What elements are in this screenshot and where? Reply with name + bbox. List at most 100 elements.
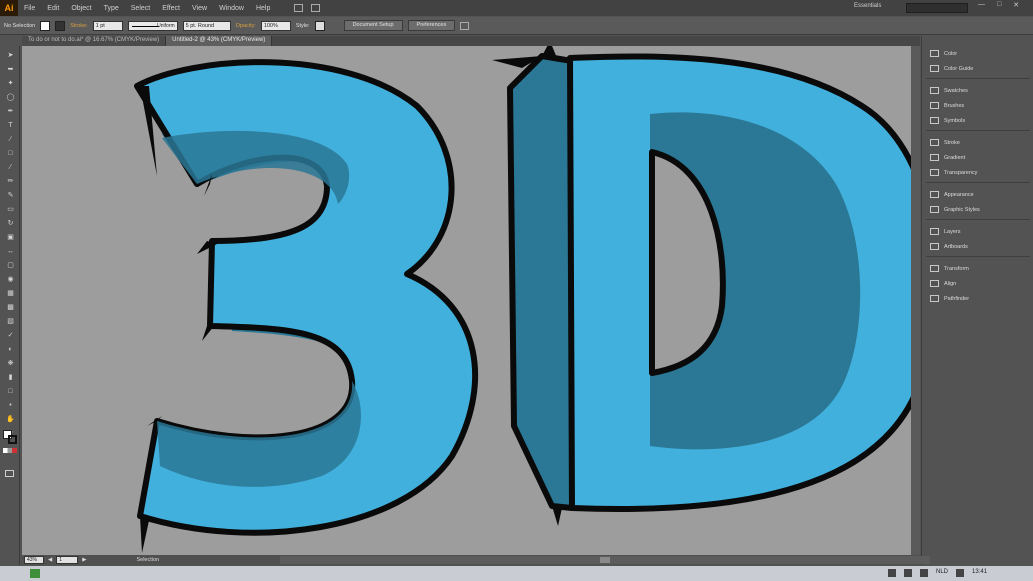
menu-help[interactable]: Help <box>250 5 276 12</box>
clock[interactable]: 13:41 <box>972 569 987 577</box>
document-setup-button[interactable]: Document Setup <box>343 20 403 31</box>
keyboard-icon[interactable] <box>956 569 965 577</box>
panel-divider <box>926 219 1030 220</box>
close-icon[interactable]: ✕ <box>1013 1 1019 9</box>
panel-label: Symbols <box>944 117 966 124</box>
taskbar-app-icon[interactable] <box>30 569 40 578</box>
preferences-button[interactable]: Preferences <box>407 20 456 31</box>
fill-swatch[interactable] <box>40 20 51 31</box>
selection-tool-icon[interactable]: ➤ <box>6 52 15 60</box>
volume-icon[interactable] <box>920 569 928 577</box>
magic-wand-tool-icon[interactable]: ✦ <box>6 80 15 88</box>
perspective-grid-tool-icon[interactable]: ▦ <box>6 290 15 298</box>
rectangle-tool-icon[interactable]: □ <box>6 150 15 158</box>
blend-tool-icon[interactable]: ◐ <box>6 346 15 354</box>
width-tool-icon[interactable]: ↔ <box>6 248 15 256</box>
eyedropper-tool-icon[interactable]: ✓ <box>6 332 15 340</box>
first-artboard-icon[interactable]: ◀ <box>48 557 52 563</box>
3d-text-artwork[interactable] <box>22 46 920 555</box>
menu-edit[interactable]: Edit <box>41 5 65 12</box>
panel-gradient[interactable]: Gradient <box>930 154 965 161</box>
bridge-icon[interactable] <box>294 4 304 12</box>
panel-appearance[interactable]: Appearance <box>930 191 974 198</box>
artboard-canvas[interactable] <box>22 46 920 555</box>
screen-mode-icon[interactable] <box>5 470 14 477</box>
type-tool-icon[interactable]: T <box>6 122 15 130</box>
menu-window[interactable]: Window <box>213 5 250 12</box>
artboard-number-field[interactable]: 1 <box>56 556 79 564</box>
blob-brush-tool-icon[interactable]: ✎ <box>6 192 15 200</box>
rotate-tool-icon[interactable]: ↻ <box>6 220 15 228</box>
color-mode-icons[interactable] <box>3 448 17 453</box>
eraser-tool-icon[interactable]: ▭ <box>6 206 15 214</box>
stroke-label[interactable]: Stroke: <box>70 23 87 29</box>
panel-color-guide[interactable]: Color Guide <box>930 65 973 72</box>
menu-view[interactable]: View <box>186 5 213 12</box>
panel-label: Gradient <box>944 154 966 161</box>
panel-transparency[interactable]: Transparency <box>930 169 977 176</box>
appearance-icon <box>930 191 939 198</box>
arrange-documents-icon[interactable] <box>311 4 321 12</box>
panel-symbols[interactable]: Symbols <box>930 117 965 124</box>
opacity-label[interactable]: Opacity: <box>236 23 256 29</box>
letter-d-left-wall <box>507 53 575 511</box>
menu-object[interactable]: Object <box>65 5 97 12</box>
direct-selection-tool-icon[interactable]: ➥ <box>6 66 15 74</box>
tab-document-1[interactable]: To do or not to do.ai* @ 16.67% (CMYK/Pr… <box>22 36 167 46</box>
column-graph-tool-icon[interactable]: ▮ <box>6 374 15 382</box>
menu-file[interactable]: File <box>18 5 41 12</box>
menu-type[interactable]: Type <box>98 5 125 12</box>
artboard-tool-icon[interactable]: □ <box>6 388 15 396</box>
scale-tool-icon[interactable]: ▣ <box>6 234 15 242</box>
stroke-profile-select[interactable]: Uniform <box>127 20 178 31</box>
panel-color[interactable]: Color <box>930 50 957 57</box>
tray-flag-icon[interactable] <box>888 569 896 577</box>
vertical-scrollbar[interactable] <box>911 46 920 555</box>
zoom-field[interactable]: 43% <box>24 556 44 564</box>
free-transform-tool-icon[interactable]: ▢ <box>6 262 15 270</box>
stroke-weight-field[interactable]: 1 pt <box>92 20 123 31</box>
minimize-icon[interactable]: — <box>978 1 985 9</box>
panel-stroke[interactable]: Stroke <box>930 139 960 146</box>
shape-builder-tool-icon[interactable]: ◉ <box>6 276 15 284</box>
scrollbar-thumb[interactable] <box>600 557 610 563</box>
network-icon[interactable] <box>904 569 912 577</box>
help-search-input[interactable] <box>906 3 968 13</box>
brush-select[interactable]: 5 pt. Round <box>182 20 231 31</box>
panel-graphic-styles[interactable]: Graphic Styles <box>930 206 980 213</box>
next-artboard-icon[interactable]: ▶ <box>82 557 86 563</box>
menu-select[interactable]: Select <box>125 5 156 12</box>
menu-bar-icons <box>294 4 321 12</box>
arrange-icon[interactable] <box>460 21 470 30</box>
stroke-color-swatch[interactable] <box>8 435 17 444</box>
panel-align[interactable]: Align <box>930 280 956 287</box>
panel-layers[interactable]: Layers <box>930 228 961 235</box>
maximize-icon[interactable]: □ <box>997 1 1001 9</box>
opacity-field[interactable]: 100% <box>260 20 291 31</box>
panel-brushes[interactable]: Brushes <box>930 102 964 109</box>
paintbrush-tool-icon[interactable]: ⁄ <box>6 164 15 172</box>
tab-document-2[interactable]: Untitled-2 @ 43% (CMYK/Preview) <box>166 36 273 46</box>
slice-tool-icon[interactable]: • <box>6 402 15 410</box>
lasso-tool-icon[interactable]: ◯ <box>6 94 15 102</box>
mesh-tool-icon[interactable]: ▩ <box>6 304 15 312</box>
panel-label: Color Guide <box>944 65 974 72</box>
gradient-tool-icon[interactable]: ▧ <box>6 318 15 326</box>
horizontal-scrollbar[interactable] <box>280 556 930 564</box>
panel-swatches[interactable]: Swatches <box>930 87 968 94</box>
panel-transform[interactable]: Transform <box>930 265 969 272</box>
pen-tool-icon[interactable]: ✒ <box>6 108 15 116</box>
pencil-tool-icon[interactable]: ✏ <box>6 178 15 186</box>
menu-effect[interactable]: Effect <box>156 5 186 12</box>
line-tool-icon[interactable]: ∕ <box>6 136 15 144</box>
graphic-style-swatch[interactable] <box>314 20 325 31</box>
swatches-icon <box>930 87 939 94</box>
symbol-sprayer-tool-icon[interactable]: ❋ <box>6 360 15 368</box>
input-language[interactable]: NLD <box>936 569 948 577</box>
workspace-switcher[interactable]: Essentials <box>854 3 881 9</box>
panel-label: Appearance <box>944 191 974 198</box>
hand-tool-icon[interactable]: ✋ <box>6 416 15 424</box>
panel-pathfinder[interactable]: Pathfinder <box>930 295 969 302</box>
panel-artboards[interactable]: Artboards <box>930 243 968 250</box>
stroke-swatch[interactable] <box>55 20 66 31</box>
